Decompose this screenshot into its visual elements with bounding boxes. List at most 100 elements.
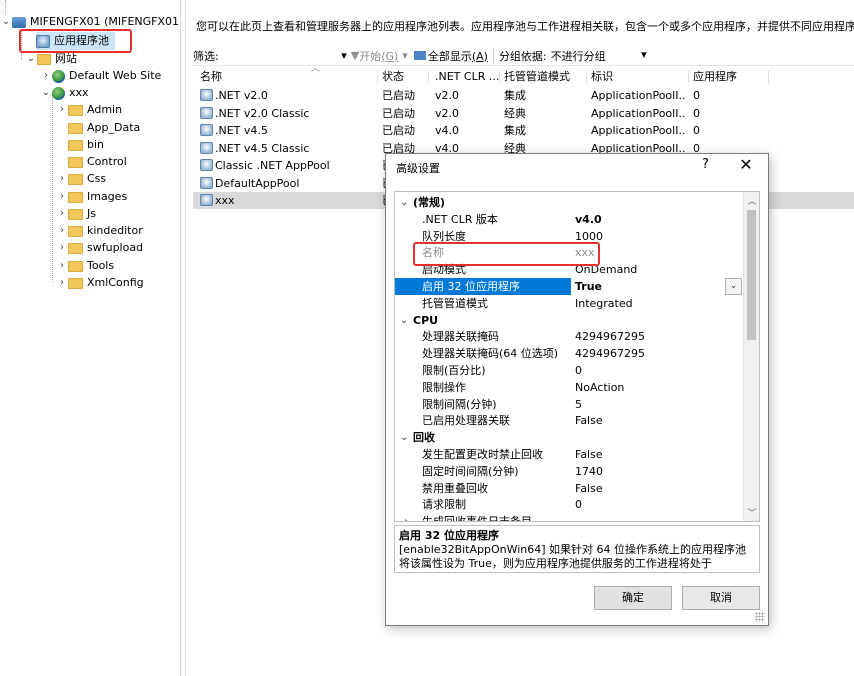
tree-folder-label: Css	[87, 172, 107, 185]
category-general[interactable]: ⌄ (常规)	[395, 194, 743, 211]
collapse-icon[interactable]: ⌄	[40, 84, 52, 102]
folder-icon	[68, 174, 83, 185]
tree-folder-label: kindeditor	[87, 224, 143, 237]
app-pool-icon	[200, 141, 213, 154]
table-row[interactable]: .NET v4.5 已启动 v4.0 集成 ApplicationPoolI... 0	[193, 122, 854, 139]
property-name: 禁用重叠回收	[422, 481, 488, 495]
cell-apps: 0	[693, 124, 700, 137]
group-by-label: 分组依据:	[498, 49, 547, 63]
scroll-up-icon[interactable]: ︿	[744, 194, 759, 207]
property-row[interactable]: .NET CLR 版本 v4.0	[395, 211, 743, 228]
collapse-icon[interactable]: ⌄	[400, 429, 408, 446]
property-value: False	[575, 414, 603, 428]
property-value-select[interactable]: True	[571, 278, 743, 295]
resize-grip-icon[interactable]	[755, 612, 765, 622]
cell-status: 已启动	[382, 106, 415, 120]
expand-icon[interactable]: ›	[40, 67, 52, 85]
tree-folder-xmlconfig[interactable]: › XmlConfig	[56, 274, 144, 292]
start-filter-button[interactable]: 开始(G)	[359, 48, 398, 64]
splitter[interactable]	[180, 0, 186, 676]
group-by-select[interactable]: 不进行分组 ▾	[551, 48, 647, 64]
app-pool-icon	[200, 106, 213, 119]
tree-site-xxx-node[interactable]: ⌄ xxx	[40, 84, 89, 102]
tree-folder-admin[interactable]: › Admin	[56, 101, 122, 119]
property-name: 启用 32 位应用程序	[422, 280, 520, 293]
folder-icon	[68, 261, 83, 272]
filter-input[interactable]: ▾	[223, 47, 351, 65]
expand-icon[interactable]: ›	[56, 239, 68, 257]
cell-apps: 0	[693, 106, 700, 120]
scroll-down-icon[interactable]: ﹀	[744, 506, 759, 519]
property-row[interactable]: 已启用处理器关联 False	[395, 412, 743, 429]
cell-name: xxx	[200, 192, 375, 209]
app-pool-icon	[200, 194, 213, 206]
property-name: 托管管道模式	[422, 296, 488, 310]
property-name: .NET CLR 版本	[422, 212, 498, 226]
collapse-icon[interactable]: ⌄	[400, 194, 408, 211]
chevron-down-icon[interactable]: ▾	[402, 49, 408, 62]
table-row[interactable]: .NET v2.0 Classic 已启动 v2.0 经典 ApplicationPoo…	[193, 105, 854, 122]
col-header-apps[interactable]: 应用程序	[693, 68, 737, 86]
expand-icon[interactable]: ›	[56, 274, 68, 292]
property-row[interactable]: 托管管道模式 Integrated	[395, 295, 743, 312]
tree-default-site-node[interactable]: › Default Web Site	[40, 67, 161, 85]
property-description-text: [enable32BitAppOnWin64] 如果针对 64 位操作系统上的应…	[399, 543, 747, 572]
cell-mode: 经典	[504, 106, 526, 120]
collapse-icon[interactable]: ⌄	[400, 312, 408, 329]
property-row[interactable]: 限制间隔(分钟) 5	[395, 396, 743, 413]
category-recycle[interactable]: ⌄ 回收	[395, 429, 743, 446]
property-row[interactable]: 处理器关联掩码(64 位选项) 4294967295	[395, 345, 743, 362]
tree-folder-swfupload[interactable]: › swfupload	[56, 239, 143, 257]
cell-name: .NET v4.5	[200, 122, 375, 139]
tree-folder-app-data[interactable]: App_Data	[56, 119, 140, 137]
property-row[interactable]: 生成回收事件日志条目 ›	[395, 513, 743, 521]
property-name: 限制(百分比)	[422, 364, 486, 377]
col-header-status[interactable]: 状态	[382, 68, 404, 86]
expand-icon[interactable]: ›	[56, 222, 68, 240]
property-row[interactable]: 启用 32 位应用程序 True ⌄	[395, 278, 743, 295]
col-header-name[interactable]: 名称	[200, 68, 222, 86]
cancel-button[interactable]: 取消	[682, 586, 760, 610]
property-row[interactable]: 限制操作 NoAction	[395, 379, 743, 396]
expand-icon[interactable]: ›	[56, 188, 68, 206]
table-row[interactable]: .NET v2.0 已启动 v2.0 集成 ApplicationPoolI... 0	[193, 87, 854, 104]
tree-folder-kindeditor[interactable]: › kindeditor	[56, 222, 143, 240]
help-button[interactable]: ?	[702, 157, 709, 172]
property-name: 处理器关联掩码	[422, 330, 499, 344]
tree-folder-bin[interactable]: bin	[56, 136, 104, 154]
tree-folder-images[interactable]: › Images	[56, 188, 127, 206]
close-icon[interactable]: ✕	[736, 155, 756, 174]
scroll-thumb[interactable]	[747, 210, 756, 340]
property-row[interactable]: 禁用重叠回收 False	[395, 480, 743, 497]
tree-folder-control[interactable]: Control	[56, 153, 127, 171]
expand-icon[interactable]: ›	[56, 170, 68, 188]
show-all-button[interactable]: 全部显示(A)	[428, 48, 488, 64]
col-header-identity[interactable]: 标识	[591, 68, 613, 86]
expand-icon[interactable]: ›	[56, 205, 68, 223]
tree-folder-css[interactable]: › Css	[56, 170, 106, 188]
property-row[interactable]: 发生配置更改时禁止回收 False	[395, 446, 743, 463]
tree-folder-tools[interactable]: › Tools	[56, 257, 114, 275]
tree-folder-label: Control	[87, 155, 127, 168]
expand-icon[interactable]: ›	[404, 513, 408, 521]
property-row[interactable]: 请求限制 0	[395, 496, 743, 513]
property-name: 限制操作	[422, 380, 466, 394]
ok-button[interactable]: 确定	[594, 586, 672, 610]
collapse-icon[interactable]: ⌄	[0, 13, 12, 31]
property-name: 发生配置更改时禁止回收	[422, 448, 543, 461]
chevron-down-icon[interactable]: ⌄	[725, 278, 742, 295]
expand-icon[interactable]: ›	[56, 101, 68, 119]
property-row[interactable]: 限制(百分比) 0	[395, 362, 743, 379]
property-value: 1740	[575, 464, 603, 478]
highlight-box	[413, 242, 600, 266]
property-row[interactable]: 处理器关联掩码 4294967295	[395, 328, 743, 345]
property-grid: ⌄ (常规) .NET CLR 版本 v4.0 队列长度 1000 名称 xxx 启动模式 OnD…	[394, 191, 760, 522]
col-header-clr[interactable]: .NET CLR ...	[435, 68, 503, 86]
tree-folder-js[interactable]: › Js	[56, 205, 96, 223]
col-header-pipeline[interactable]: 托管管道模式	[504, 68, 570, 86]
property-value: 4294967295	[575, 347, 645, 361]
category-cpu[interactable]: ⌄ CPU	[395, 312, 743, 329]
property-grid-scrollbar[interactable]: ︿ ﹀	[743, 192, 759, 521]
expand-icon[interactable]: ›	[56, 257, 68, 275]
property-row[interactable]: 固定时间间隔(分钟) 1740	[395, 463, 743, 480]
